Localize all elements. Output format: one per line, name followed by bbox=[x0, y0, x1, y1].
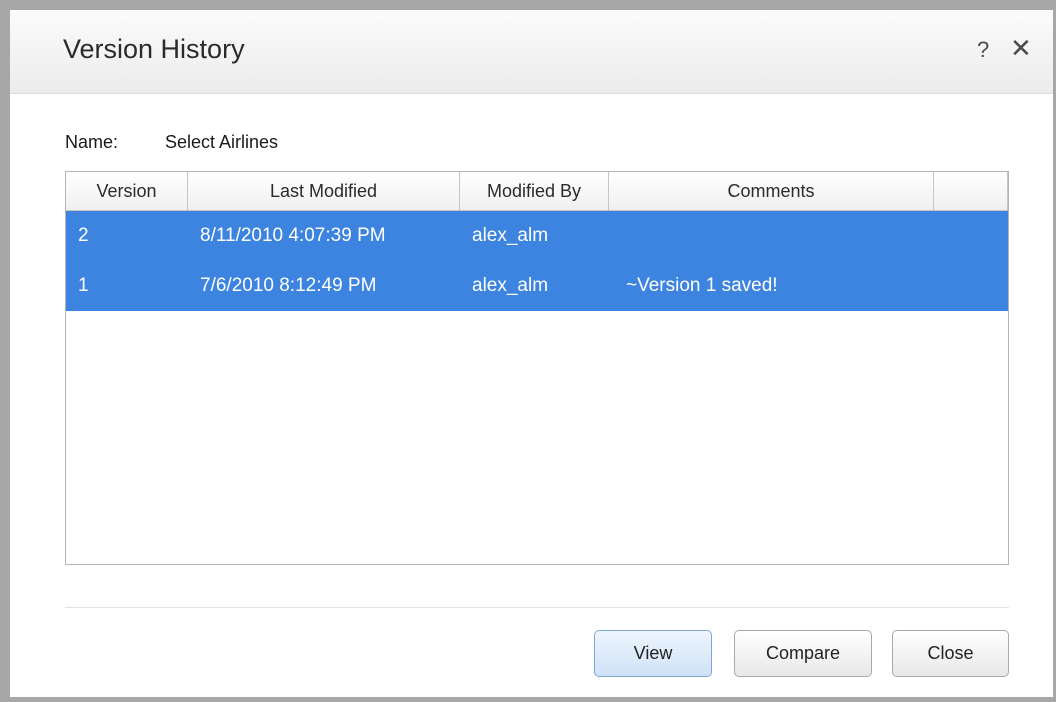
column-header-last-modified[interactable]: Last Modified bbox=[188, 172, 460, 210]
table-row[interactable]: 2 8/11/2010 4:07:39 PM alex_alm bbox=[66, 211, 1008, 261]
help-icon[interactable]: ? bbox=[977, 38, 989, 62]
cell-last-modified: 7/6/2010 8:12:49 PM bbox=[200, 275, 377, 296]
cell-comments: ~Version 1 saved! bbox=[626, 275, 778, 296]
footer-divider bbox=[65, 607, 1009, 608]
cell-last-modified: 8/11/2010 4:07:39 PM bbox=[200, 225, 386, 246]
column-header-modified-by[interactable]: Modified By bbox=[460, 172, 609, 210]
view-button[interactable]: View bbox=[594, 630, 712, 677]
version-history-dialog: Version History ? ✕ Name: Select Airline… bbox=[0, 0, 1056, 702]
column-header-filler bbox=[934, 172, 1008, 210]
cell-version: 2 bbox=[78, 225, 89, 246]
column-header-comments[interactable]: Comments bbox=[609, 172, 934, 210]
cell-modified-by: alex_alm bbox=[472, 225, 549, 246]
table-row[interactable]: 1 7/6/2010 8:12:49 PM alex_alm ~Version … bbox=[66, 261, 1008, 311]
column-header-version[interactable]: Version bbox=[66, 172, 188, 210]
dialog-title: Version History bbox=[63, 34, 245, 64]
version-grid[interactable]: Version Last Modified Modified By Commen… bbox=[65, 171, 1009, 565]
title-bar: Version History ? ✕ bbox=[10, 10, 1053, 94]
compare-button[interactable]: Compare bbox=[734, 630, 872, 677]
name-label: Name: bbox=[65, 132, 119, 152]
grid-header: Version Last Modified Modified By Commen… bbox=[66, 172, 1008, 211]
name-value: Select Airlines bbox=[165, 132, 279, 152]
cell-modified-by: alex_alm bbox=[472, 275, 549, 296]
close-button[interactable]: Close bbox=[892, 630, 1009, 677]
cell-version: 1 bbox=[78, 275, 89, 296]
close-icon[interactable]: ✕ bbox=[1010, 35, 1032, 61]
